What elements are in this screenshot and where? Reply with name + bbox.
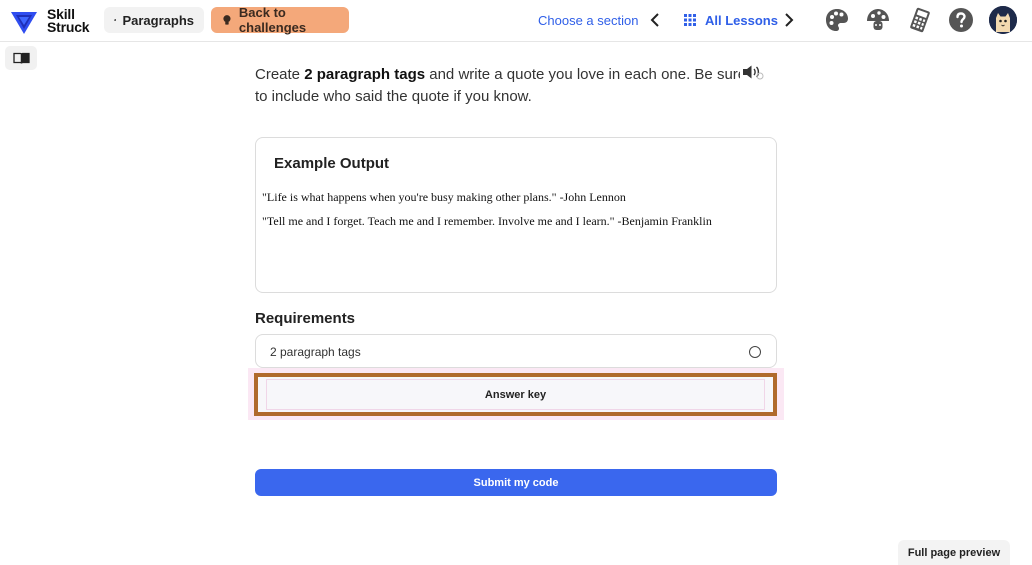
top-bar: Skill Struck Paragraphs Back to challeng… [0,0,1032,42]
instructions-prefix: Create [255,66,305,83]
answer-key-button[interactable]: Answer key [254,373,777,416]
example-output-title: Example Output [274,155,390,172]
book-icon [12,52,30,64]
calculator-icon[interactable] [907,7,933,33]
lesson-chip-label: Paragraphs [122,12,194,28]
back-to-challenges-button[interactable]: Back to challenges [211,5,349,35]
avatar[interactable] [989,6,1017,34]
all-lessons-link[interactable]: All Lessons [705,13,778,28]
example-output-panel: Example Output "Life is what happens whe… [255,137,777,293]
example-quote-1: "Life is what happens when you're busy m… [262,190,626,204]
help-icon[interactable] [948,7,974,33]
lightbulb-icon [223,15,231,25]
home-icon [114,18,117,22]
book-button[interactable] [5,46,37,70]
answer-key-label: Answer key [484,388,547,401]
back-to-challenges-label: Back to challenges [238,5,307,35]
submit-code-button[interactable]: Submit my code [255,469,777,496]
requirement-status-circle-icon [749,346,761,358]
logo-icon [11,12,37,34]
chevron-right-icon[interactable] [784,12,794,28]
instructions-text: Create 2 paragraph tags and write a quot… [255,64,755,108]
full-page-preview-button[interactable]: Full page preview [898,540,1010,565]
skill-struck-logo[interactable]: Skill Struck [10,7,90,35]
mushroom-icon[interactable] [865,7,891,33]
example-quote-2: "Tell me and I forget. Teach me and I re… [262,214,712,228]
logo-line2: Struck [47,19,90,35]
instructions-bold: 2 paragraph tags [304,66,426,83]
speaker-icon[interactable] [740,62,764,82]
cat-avatar-icon [989,6,1017,34]
requirement-item: 2 paragraph tags [255,334,777,368]
lesson-chip[interactable]: Paragraphs [104,7,204,33]
requirements-title: Requirements [255,310,356,327]
grid-icon [684,14,696,26]
choose-section-link[interactable]: Choose a section [538,13,638,28]
requirement-label: 2 paragraph tags [270,345,361,359]
palette-icon[interactable] [824,7,850,33]
logo-text: Skill Struck [47,7,90,35]
chevron-left-icon[interactable] [650,12,660,28]
